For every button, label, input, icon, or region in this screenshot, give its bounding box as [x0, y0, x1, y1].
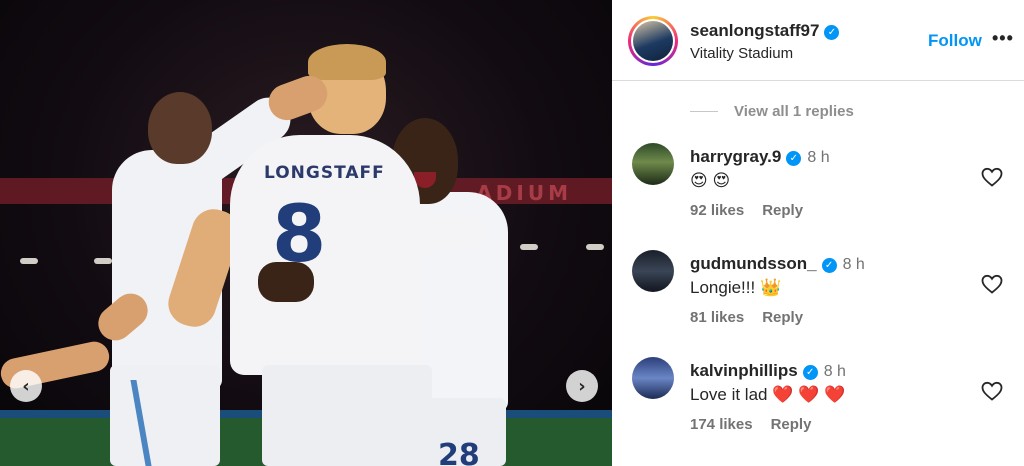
next-photo-button[interactable]: ›	[566, 370, 598, 402]
comment-time: 8 h	[807, 149, 830, 166]
chevron-right-icon: ›	[578, 375, 586, 397]
comment-item: gudmundsson_ ✓ 8 h Longie!!! 👑 81 likes Rep…	[612, 250, 1024, 350]
comment-username: harrygray.9 ✓ 8 h	[690, 147, 830, 167]
like-heart-icon[interactable]	[980, 272, 1004, 296]
stadium-light	[20, 258, 38, 264]
author-username[interactable]: seanlongstaff97 ✓	[690, 21, 840, 41]
stadium-light	[586, 244, 604, 250]
more-options-icon[interactable]: •••	[992, 28, 1014, 49]
player-left-shorts	[110, 365, 220, 466]
post-photo[interactable]: ADIUM 28 LONGSTAFF 8 ‹ ›	[0, 0, 612, 466]
comment-username-text[interactable]: gudmundsson_	[690, 254, 817, 273]
verified-icon: ✓	[802, 365, 818, 380]
post-header: seanlongstaff97 ✓ Vitality Stadium Follow…	[612, 0, 1024, 81]
chevron-left-icon: ‹	[22, 375, 30, 397]
comment-time: 8 h	[823, 363, 846, 380]
player-main-shorts	[262, 365, 432, 466]
previous-photo-button[interactable]: ‹	[10, 370, 42, 402]
comment-text: Love it lad ❤️ ❤️ ❤️	[690, 385, 846, 404]
comment-text: Longie!!! 👑	[690, 278, 782, 297]
like-heart-icon[interactable]	[980, 165, 1004, 189]
verified-icon: ✓	[824, 25, 840, 40]
stadium-light	[94, 258, 112, 264]
comment-username: gudmundsson_ ✓ 8 h	[690, 254, 865, 274]
stadium-light	[520, 244, 538, 250]
view-all-replies[interactable]: View all 1 replies	[690, 103, 1010, 121]
avatar[interactable]	[632, 143, 674, 185]
avatar-image	[633, 21, 673, 61]
player-left-head	[148, 92, 212, 164]
verified-icon: ✓	[786, 151, 802, 166]
comment-likes[interactable]: 174 likes	[690, 416, 753, 433]
avatar[interactable]	[632, 250, 674, 292]
avatar[interactable]	[632, 357, 674, 399]
comments-panel: seanlongstaff97 ✓ Vitality Stadium Follow…	[612, 0, 1024, 466]
comment-meta: 92 likes Reply	[690, 202, 803, 219]
comment-likes[interactable]: 81 likes	[690, 309, 744, 326]
comment-time: 8 h	[842, 256, 865, 273]
location-link[interactable]: Vitality Stadium	[690, 45, 793, 62]
comment-meta: 81 likes Reply	[690, 309, 803, 326]
comment-text: 😍 😍	[690, 171, 731, 190]
verified-icon: ✓	[821, 258, 837, 273]
comment-meta: 174 likes Reply	[690, 416, 811, 433]
view-all-replies-label[interactable]: View all 1 replies	[734, 103, 854, 120]
reply-button[interactable]: Reply	[762, 309, 803, 326]
comment-username: kalvinphillips ✓ 8 h	[690, 361, 846, 381]
comment-username-text[interactable]: harrygray.9	[690, 147, 781, 166]
follow-button[interactable]: Follow	[928, 31, 982, 51]
like-heart-icon[interactable]	[980, 379, 1004, 403]
comment-item: kalvinphillips ✓ 8 h Love it lad ❤️ ❤️ ❤️ …	[612, 357, 1024, 457]
player-right-number: 28	[438, 438, 480, 466]
hand	[258, 262, 314, 302]
reply-button[interactable]: Reply	[762, 202, 803, 219]
comment-likes[interactable]: 92 likes	[690, 202, 744, 219]
jersey-name: LONGSTAFF	[264, 163, 385, 183]
reply-button[interactable]: Reply	[771, 416, 812, 433]
player-right-arm	[334, 212, 484, 252]
player-main-hair	[308, 44, 386, 80]
avatar[interactable]	[628, 16, 678, 66]
replies-divider	[690, 111, 718, 112]
author-username-text[interactable]: seanlongstaff97	[690, 21, 819, 40]
comment-username-text[interactable]: kalvinphillips	[690, 361, 798, 380]
comment-item: harrygray.9 ✓ 8 h 😍 😍 92 likes Reply	[612, 143, 1024, 243]
